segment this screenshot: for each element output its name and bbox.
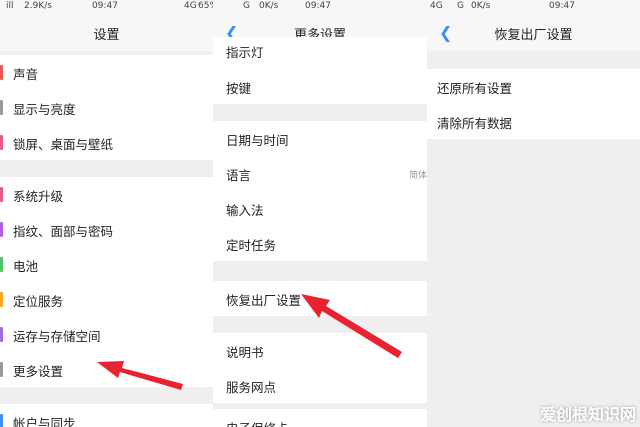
- item-label: 指示灯: [226, 45, 264, 60]
- item-label: 电子保修卡: [226, 418, 289, 427]
- reset-all-settings[interactable]: 还原所有设置: [427, 69, 640, 104]
- sound-icon: [0, 65, 3, 80]
- network-type: 4G: [430, 1, 443, 11]
- item-label: 显示与亮度: [13, 102, 76, 117]
- item-label: 恢复出厂设置: [226, 293, 302, 308]
- item-label: 电池: [13, 259, 39, 274]
- item-label: 日期与时间: [226, 133, 289, 148]
- status-bar: 4G G 0K/s 09:47: [427, 0, 640, 14]
- lockscreen-icon: [0, 135, 3, 150]
- item-label: 说明书: [226, 345, 264, 360]
- factory-reset-panel: 4G G 0K/s 09:47 ❮ 恢复出厂设置 还原所有设置 清除所有数据 爱…: [427, 0, 640, 427]
- watermark: 爱创根知识网: [539, 405, 636, 424]
- settings-item-sound[interactable]: 声音: [0, 55, 213, 90]
- status-bar: G 0K/s 09:47: [213, 0, 427, 14]
- title-bar: ❮ 恢复出厂设置: [427, 14, 640, 51]
- battery-icon: [0, 257, 3, 272]
- item-label: 还原所有设置: [437, 81, 513, 96]
- settings-item-security[interactable]: 指纹、面部与密码: [0, 212, 213, 247]
- item-label: 更多设置: [13, 364, 64, 379]
- erase-all-data[interactable]: 清除所有数据: [427, 104, 640, 139]
- network-type: 4G: [184, 1, 197, 11]
- item-label: 指纹、面部与密码: [13, 224, 114, 239]
- item-label: 定时任务: [226, 238, 277, 253]
- settings-panel: ill 2.9K/s 09:47 4G 65% 设置 声音 显示与亮度 锁屏、桌…: [0, 0, 213, 427]
- more-item-service-outlets[interactable]: 服务网点: [213, 368, 427, 403]
- more-item-indicator[interactable]: 指示灯: [213, 37, 427, 69]
- location-icon: [0, 292, 3, 307]
- item-label: 定位服务: [13, 294, 64, 309]
- network-speed: 0K/s: [259, 1, 279, 11]
- status-time: 09:47: [92, 1, 118, 11]
- item-label: 语言: [226, 168, 252, 183]
- more-item-factory-reset[interactable]: 恢复出厂设置: [213, 281, 427, 316]
- item-label: 服务网点: [226, 380, 277, 395]
- item-label: 声音: [13, 67, 39, 82]
- network-speed: 0K/s: [471, 1, 491, 11]
- item-label: 按键: [226, 81, 252, 96]
- signal-text: G: [457, 1, 464, 11]
- item-label: 锁屏、桌面与壁纸: [13, 137, 114, 152]
- settings-item-display[interactable]: 显示与亮度: [0, 90, 213, 125]
- status-bar: ill 2.9K/s 09:47 4G 65%: [0, 0, 213, 14]
- page-title: 恢复出厂设置: [494, 28, 573, 43]
- language-value: 简体: [408, 171, 427, 181]
- system-update-icon: [0, 187, 3, 202]
- item-label: 输入法: [226, 203, 264, 218]
- status-time: 09:47: [305, 1, 331, 11]
- settings-item-battery[interactable]: 电池: [0, 247, 213, 282]
- item-label: 运存与存储空间: [13, 329, 101, 344]
- display-icon: [0, 100, 3, 115]
- account-icon: [0, 414, 3, 427]
- page-title: 设置: [93, 28, 120, 43]
- more-item-scheduled-tasks[interactable]: 定时任务: [213, 226, 427, 261]
- storage-icon: [0, 327, 3, 342]
- more-item-input-method[interactable]: 输入法: [213, 191, 427, 226]
- more-settings-icon: [0, 362, 3, 377]
- more-item-keys[interactable]: 按键: [213, 69, 427, 104]
- title-bar: 设置: [0, 14, 213, 51]
- battery-level: 65%: [198, 1, 213, 11]
- more-item-language[interactable]: 语言 简体: [213, 156, 427, 191]
- signal-text: G: [243, 1, 250, 11]
- more-item-date-time[interactable]: 日期与时间: [213, 121, 427, 156]
- signal-text: ill: [6, 1, 14, 11]
- settings-item-location[interactable]: 定位服务: [0, 282, 213, 317]
- item-label: 清除所有数据: [437, 116, 513, 131]
- fingerprint-icon: [0, 222, 3, 237]
- network-speed: 2.9K/s: [24, 1, 52, 11]
- settings-item-system-update[interactable]: 系统升级: [0, 177, 213, 212]
- status-time: 09:47: [549, 1, 575, 11]
- settings-item-lockscreen[interactable]: 锁屏、桌面与壁纸: [0, 125, 213, 160]
- item-label: 帐户与同步: [13, 416, 76, 427]
- settings-item-accounts[interactable]: 帐户与同步: [0, 404, 213, 427]
- more-item-warranty-card[interactable]: 电子保修卡: [213, 409, 427, 427]
- settings-item-storage[interactable]: 运存与存储空间: [0, 317, 213, 352]
- item-label: 系统升级: [13, 189, 64, 204]
- settings-item-more[interactable]: 更多设置: [0, 352, 213, 387]
- more-item-manual[interactable]: 说明书: [213, 333, 427, 368]
- more-settings-panel: G 0K/s 09:47 ❮ 更多设置 指示灯 按键 日期与时间 语言 简体 输…: [213, 0, 427, 427]
